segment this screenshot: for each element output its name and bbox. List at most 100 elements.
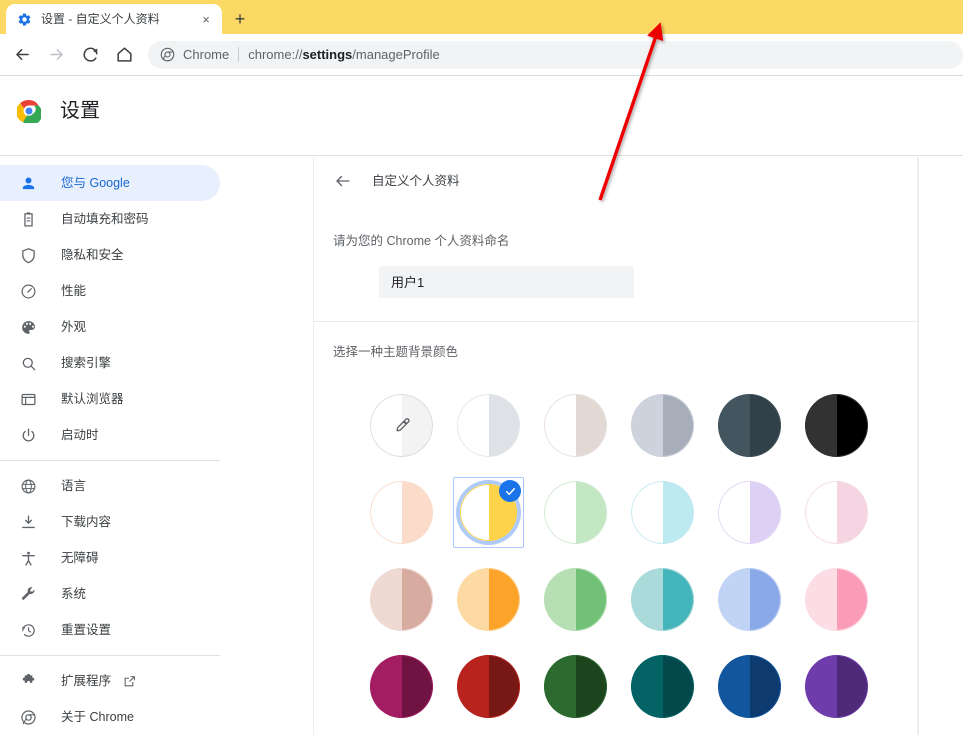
color-swatch-pink[interactable] [793, 556, 880, 643]
color-swatch-blue[interactable] [706, 556, 793, 643]
sidebar-item-about-chrome[interactable]: 关于 Chrome [0, 699, 220, 735]
open-in-new-icon [123, 675, 136, 688]
color-swatch-rose-muted[interactable] [358, 556, 445, 643]
color-swatch-orange[interactable] [445, 556, 532, 643]
color-swatch-red-dark[interactable] [445, 643, 532, 730]
sidebar-item-label: 扩展程序 [61, 673, 112, 688]
new-tab-button[interactable]: + [229, 8, 251, 30]
color-swatch-custom-color[interactable] [358, 382, 445, 469]
swatch-half-right [488, 568, 520, 631]
sidebar-item-languages[interactable]: 语言 [0, 468, 220, 504]
color-swatch-purple-dark[interactable] [793, 643, 880, 730]
reload-button[interactable] [76, 41, 104, 69]
swatch-half-left [805, 568, 837, 631]
color-swatch-teal-dark[interactable] [619, 643, 706, 730]
sidebar-item-accessibility[interactable]: 无障碍 [0, 540, 220, 576]
sidebar-item-default-browser[interactable]: 默认浏览器 [0, 381, 220, 417]
url-suffix: /manageProfile [352, 47, 440, 62]
color-swatch-peach-pale[interactable] [358, 469, 445, 556]
swatch-half-right [749, 394, 781, 457]
sidebar-item-performance[interactable]: 性能 [0, 273, 220, 309]
sidebar-item-appearance[interactable]: 外观 [0, 309, 220, 345]
swatch-half-left [718, 655, 750, 718]
address-bar[interactable]: Chrome chrome://settings/manageProfile [148, 40, 963, 69]
swatch-half-right [401, 481, 433, 544]
swatch-half-right [575, 394, 607, 457]
sidebar-item-reset-settings[interactable]: 重置设置 [0, 612, 220, 648]
card-header: 自定义个人资料 [314, 157, 917, 205]
settings-sidebar: 您与 Google 自动填充和密码 隐私和安全 性能 外观 搜索引擎 默认浏览器… [0, 157, 298, 735]
swatch-half-left [805, 394, 837, 457]
omnibox-url: chrome://settings/manageProfile [248, 47, 439, 62]
sidebar-item-search-engine[interactable]: 搜索引擎 [0, 345, 220, 381]
sidebar-item-system[interactable]: 系统 [0, 576, 220, 612]
swatch-half-right [662, 568, 694, 631]
sidebar-item-label: 语言 [61, 478, 87, 493]
search-icon [18, 353, 38, 373]
swatch-half-right [749, 655, 781, 718]
sidebar-item-label: 自动填充和密码 [61, 211, 149, 226]
back-button[interactable] [8, 41, 36, 69]
swatch-half-left [631, 481, 663, 544]
swatch-half-right [575, 568, 607, 631]
forward-button[interactable] [42, 41, 70, 69]
swatch-circle [370, 394, 433, 457]
home-icon [116, 47, 132, 62]
swatch-half-right [488, 655, 520, 718]
swatch-half-left [718, 394, 750, 457]
theme-color-label: 选择一种主题背景颜色 [333, 344, 459, 359]
color-swatch-grey-light[interactable] [445, 382, 532, 469]
swatch-half-right [662, 655, 694, 718]
swatch-circle [805, 568, 868, 631]
check-icon [499, 480, 521, 502]
sidebar-item-downloads[interactable]: 下载内容 [0, 504, 220, 540]
color-swatch-pink-pale[interactable] [793, 469, 880, 556]
person-icon [18, 173, 38, 193]
swatch-half-right [836, 655, 868, 718]
browser-tab[interactable]: 设置 - 自定义个人资料 × [6, 4, 222, 34]
color-swatch-purple-pale[interactable] [706, 469, 793, 556]
sidebar-divider [0, 655, 220, 656]
swatch-circle [544, 481, 607, 544]
swatch-half-left [631, 568, 663, 631]
sidebar-item-label: 启动时 [61, 427, 99, 442]
swatch-circle [544, 394, 607, 457]
color-swatch-beige[interactable] [532, 382, 619, 469]
color-swatch-teal[interactable] [619, 556, 706, 643]
color-swatch-cyan-pale[interactable] [619, 469, 706, 556]
home-button[interactable] [110, 41, 138, 69]
color-swatch-yellow[interactable] [453, 477, 524, 548]
color-swatch-blue-grey-light[interactable] [619, 382, 706, 469]
close-icon[interactable]: × [198, 11, 214, 27]
tab-strip: 设置 - 自定义个人资料 × + [0, 0, 963, 34]
color-swatch-navy-blue[interactable] [706, 643, 793, 730]
color-swatch-black[interactable] [793, 382, 880, 469]
sidebar-item-on-startup[interactable]: 启动时 [0, 417, 220, 453]
swatch-half-left [544, 481, 576, 544]
sidebar-item-label: 性能 [61, 283, 87, 298]
settings-brand: 设置 [17, 99, 100, 123]
browser-toolbar: Chrome chrome://settings/manageProfile [0, 34, 963, 76]
globe-icon [18, 476, 38, 496]
sidebar-item-you-and-google[interactable]: 您与 Google [0, 165, 220, 201]
color-swatch-green[interactable] [532, 556, 619, 643]
sidebar-item-autofill-passwords[interactable]: 自动填充和密码 [0, 201, 220, 237]
color-swatch-dark-slate[interactable] [706, 382, 793, 469]
speedometer-icon [18, 281, 38, 301]
color-swatch-magenta-dark[interactable] [358, 643, 445, 730]
sidebar-item-label: 默认浏览器 [61, 391, 124, 406]
sidebar-item-privacy-security[interactable]: 隐私和安全 [0, 237, 220, 273]
swatch-circle [631, 655, 694, 718]
sidebar-item-extensions[interactable]: 扩展程序 [0, 663, 220, 699]
color-swatch-forest-green[interactable] [532, 643, 619, 730]
profile-name-input[interactable] [379, 265, 634, 298]
clipboard-icon [18, 209, 38, 229]
right-gutter [918, 157, 963, 735]
wrench-icon [18, 584, 38, 604]
back-arrow-icon[interactable] [333, 171, 353, 191]
swatch-half-right [662, 394, 694, 457]
history-restore-icon [18, 620, 38, 640]
color-swatch-green-pale[interactable] [532, 469, 619, 556]
swatch-circle [457, 394, 520, 457]
swatch-half-left [370, 655, 402, 718]
